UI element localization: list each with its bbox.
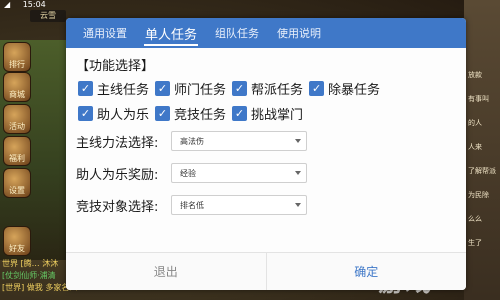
arena-target-row: 竞技对象选择: 排名低 [76, 195, 307, 215]
game-welfare-button[interactable]: 福利 [3, 136, 31, 166]
clock: 15:04 [22, 0, 46, 9]
check-icon: ✓ [155, 81, 171, 96]
checkbox-label: 帮派任务 [251, 83, 304, 98]
main-quest-method-label: 主线力法选择: [76, 135, 159, 151]
main-quest-method-select[interactable]: 高法伤 [171, 131, 307, 151]
game-friends-button[interactable]: 好友 [3, 226, 31, 256]
checkbox-helping-quest[interactable]: ✓ 助人为乐 [78, 104, 149, 123]
side-chat-snippet: 么么 [468, 215, 482, 223]
chevron-down-icon [295, 139, 301, 143]
game-server-label: 云雪 [30, 10, 66, 22]
game-event-button[interactable]: 活动 [3, 104, 31, 134]
game-rank-button[interactable]: 排行 [3, 42, 31, 72]
select-value: 经验 [180, 168, 196, 178]
check-icon: ✓ [78, 81, 93, 96]
select-value: 排名低 [180, 200, 204, 210]
checkbox-row: ✓ 助人为乐 ✓ 竞技任务 ✓ 挑战掌门 [78, 101, 418, 126]
chevron-down-icon [295, 203, 301, 207]
main-quest-method-row: 主线力法选择: 高法伤 [76, 131, 307, 151]
dialog-footer: 退出 确定 [66, 252, 466, 290]
checkbox-label: 除暴任务 [328, 83, 381, 98]
game-shop-button[interactable]: 商城 [3, 72, 31, 102]
tab-team-tasks[interactable]: 组队任务 [206, 18, 268, 48]
section-title: 【功能选择】 [76, 59, 155, 74]
task-checkbox-group: ✓ 主线任务 ✓ 师门任务 ✓ 帮派任务 ✓ 除暴任务 ✓ 助人为乐 ✓ 竞技任… [78, 76, 418, 126]
arena-target-select[interactable]: 排名低 [171, 195, 307, 215]
chat-message: [仗剑仙师·浦清 [2, 271, 56, 280]
side-chat-snippet: 人来 [468, 143, 482, 151]
checkbox-label: 师门任务 [174, 83, 227, 98]
side-chat-snippet: 了解帮派 [468, 167, 496, 175]
side-chat-snippet: 放款 [468, 71, 482, 79]
tab-bar: 通用设置 单人任务 组队任务 使用说明 [66, 18, 466, 48]
checkbox-guild-quest[interactable]: ✓ 帮派任务 [232, 79, 303, 98]
side-chat-snippet: 生了 [468, 239, 482, 247]
chevron-down-icon [295, 171, 301, 175]
signal-icon: ◢ [4, 0, 11, 9]
game-settings-button[interactable]: 设置 [3, 168, 31, 198]
exit-button[interactable]: 退出 [66, 253, 267, 290]
checkbox-main-quest[interactable]: ✓ 主线任务 [78, 79, 149, 98]
check-icon: ✓ [232, 106, 248, 121]
tab-solo-tasks[interactable]: 单人任务 [136, 18, 206, 48]
checkbox-label: 助人为乐 [97, 108, 150, 123]
checkbox-arena-quest[interactable]: ✓ 竞技任务 [155, 104, 226, 123]
confirm-button[interactable]: 确定 [267, 253, 467, 290]
settings-dialog: 通用设置 单人任务 组队任务 使用说明 【功能选择】 ✓ 主线任务 ✓ 师门任务… [66, 18, 466, 290]
checkbox-label: 竞技任务 [174, 108, 227, 123]
checkbox-label: 主线任务 [97, 83, 150, 98]
helping-reward-row: 助人为乐奖励: 经验 [76, 163, 307, 183]
checkbox-row: ✓ 主线任务 ✓ 师门任务 ✓ 帮派任务 ✓ 除暴任务 [78, 76, 418, 101]
check-icon: ✓ [232, 81, 248, 96]
checkbox-challenge-master[interactable]: ✓ 挑战掌门 [232, 104, 303, 123]
status-bar: ◢ 15:04 [0, 0, 500, 10]
helping-reward-select[interactable]: 经验 [171, 163, 307, 183]
helping-reward-label: 助人为乐奖励: [76, 167, 159, 183]
tab-instructions[interactable]: 使用说明 [268, 18, 330, 48]
arena-target-label: 竞技对象选择: [76, 199, 159, 215]
check-icon: ✓ [155, 106, 171, 121]
checkbox-bandit-quest[interactable]: ✓ 除暴任务 [309, 79, 380, 98]
side-chat-snippet: 的人 [468, 119, 482, 127]
check-icon: ✓ [309, 81, 325, 96]
checkbox-label: 挑战掌门 [251, 108, 304, 123]
tab-general[interactable]: 通用设置 [74, 18, 136, 48]
side-chat-snippet: 有事叫 [468, 95, 489, 103]
check-icon: ✓ [78, 106, 93, 121]
select-value: 高法伤 [180, 136, 204, 146]
side-chat-snippet: 为民除 [468, 191, 489, 199]
chat-message: 世界 [腾… 沐沐 [2, 259, 59, 268]
checkbox-sect-quest[interactable]: ✓ 师门任务 [155, 79, 226, 98]
